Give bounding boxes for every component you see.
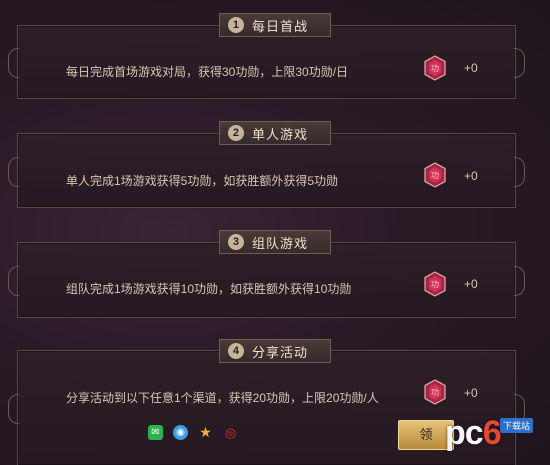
qq-icon[interactable]: ◉ <box>173 425 188 440</box>
tab-daily-first: 1 每日首战 <box>218 13 332 37</box>
merit-value: +0 <box>464 277 478 291</box>
merit-value: +0 <box>464 169 478 183</box>
task-description: 分享活动到以下任意1个渠道，获得20功勋，上限20功勋/人 <box>66 391 379 405</box>
section-title: 每日首战 <box>251 18 309 34</box>
merit-badge-icon: 功 <box>424 271 446 297</box>
weibo-icon[interactable]: ◎ <box>223 425 238 440</box>
site-watermark-logo: pc6 <box>445 414 502 453</box>
section-number: 3 <box>227 234 244 250</box>
section-title: 分享活动 <box>251 344 309 360</box>
wechat-icon[interactable]: ✉ <box>148 425 163 440</box>
merit-value: +0 <box>464 386 478 400</box>
section-number: 4 <box>227 343 244 359</box>
merit-badge-icon: 功 <box>424 162 446 188</box>
merit-badge-icon: 功 <box>424 379 446 405</box>
svg-text:功: 功 <box>431 387 439 397</box>
section-title: 单人游戏 <box>251 126 309 142</box>
section-title: 组队游戏 <box>251 235 309 251</box>
section-number: 2 <box>227 125 244 141</box>
task-description: 组队完成1场游戏获得10功勋，如获胜额外获得10功勋 <box>66 282 352 296</box>
merit-value: +0 <box>464 61 478 75</box>
logo-pc-text: pc <box>445 414 484 452</box>
svg-text:功: 功 <box>431 63 439 73</box>
merit-badge-icon: 功 <box>424 55 446 81</box>
tab-share: 4 分享活动 <box>218 339 332 363</box>
qzone-star-icon[interactable]: ★ <box>198 425 213 440</box>
share-channels: ✉ ◉ ★ ◎ <box>148 425 238 440</box>
task-description: 每日完成首场游戏对局，获得30功勋，上限30功勋/日 <box>66 65 349 79</box>
tab-team: 3 组队游戏 <box>218 230 332 254</box>
section-number: 1 <box>227 17 244 33</box>
svg-text:功: 功 <box>431 170 439 180</box>
task-description: 单人完成1场游戏获得5功勋，如获胜额外获得5功勋 <box>66 174 339 188</box>
watermark-tag: 下载站 <box>500 418 534 433</box>
logo-six-text: 6 <box>482 414 502 452</box>
svg-text:功: 功 <box>431 279 439 289</box>
tab-solo: 2 单人游戏 <box>218 121 332 145</box>
